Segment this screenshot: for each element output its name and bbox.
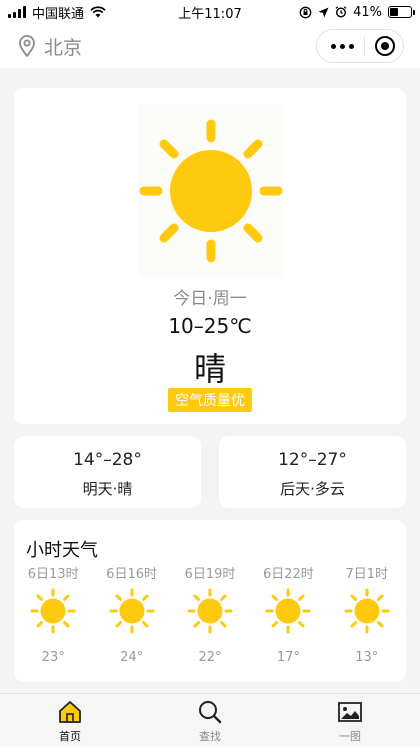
sun-icon bbox=[187, 588, 233, 634]
tab-image[interactable]: 一图 bbox=[280, 694, 420, 747]
capsule-divider bbox=[364, 36, 365, 56]
sun-icon bbox=[139, 119, 283, 263]
alarm-icon bbox=[335, 6, 347, 18]
battery-fill bbox=[390, 8, 399, 16]
tab-home[interactable]: 首页 bbox=[0, 694, 140, 747]
today-weather-card: 今日·周一 10–25℃ 晴 空气质量优 bbox=[14, 88, 406, 424]
forecast-card-day-after: 12°–27° 后天·多云 bbox=[219, 436, 406, 508]
tab-label: 首页 bbox=[59, 730, 81, 743]
battery-icon bbox=[388, 6, 415, 18]
hourly-time: 6日16时 bbox=[106, 567, 157, 582]
forecast-card-tomorrow: 14°–28° 明天·晴 bbox=[14, 436, 201, 508]
status-left: 中国联通 bbox=[8, 3, 106, 22]
status-right: 41% bbox=[299, 4, 415, 20]
city-name: 北京 bbox=[44, 36, 83, 59]
nav-bar: 北京 bbox=[0, 24, 420, 68]
hourly-item: 6日13时 23° bbox=[14, 566, 92, 665]
location-selector[interactable]: 北京 bbox=[18, 33, 82, 60]
orientation-lock-icon bbox=[299, 6, 312, 18]
search-icon bbox=[199, 701, 222, 724]
forecast-temperature: 12°–27° bbox=[278, 450, 347, 470]
location-arrow-icon bbox=[318, 7, 329, 17]
status-bar: 中国联通 上午11:07 41% bbox=[0, 0, 420, 24]
forecast-temperature: 14°–28° bbox=[73, 450, 142, 470]
tab-label: 查找 bbox=[199, 730, 221, 743]
close-program-icon[interactable] bbox=[375, 36, 395, 56]
air-quality-badge: 空气质量优 bbox=[168, 388, 252, 412]
hourly-weather-card: 小时天气 6日13时 23° 6日16时 24° 6日19时 22° 6日22时… bbox=[14, 520, 406, 682]
tab-label: 一图 bbox=[339, 730, 361, 743]
carrier-name: 中国联通 bbox=[32, 6, 85, 22]
location-pin-icon bbox=[19, 35, 35, 57]
hourly-item: 7日1时 13° bbox=[328, 566, 406, 665]
sun-icon bbox=[344, 588, 390, 634]
today-date-label: 今日·周一 bbox=[173, 289, 247, 309]
hourly-temperature: 24° bbox=[120, 650, 144, 665]
sun-icon bbox=[109, 588, 155, 634]
forecast-label: 后天·多云 bbox=[280, 480, 345, 498]
tab-search[interactable]: 查找 bbox=[140, 694, 280, 747]
hourly-temperature: 23° bbox=[41, 650, 65, 665]
hourly-time: 6日22时 bbox=[262, 567, 314, 582]
forecast-label: 明天·晴 bbox=[82, 480, 133, 498]
hourly-temperature: 13° bbox=[355, 650, 379, 665]
hourly-time: 6日19时 bbox=[184, 567, 236, 582]
hourly-item: 6日16时 24° bbox=[92, 566, 170, 665]
more-icon[interactable] bbox=[331, 43, 354, 49]
today-weather-text: 晴 bbox=[193, 350, 226, 388]
hourly-temperature: 17° bbox=[276, 650, 300, 665]
mini-program-capsule bbox=[316, 29, 404, 63]
battery-percent: 41% bbox=[353, 4, 382, 20]
tab-bar: 首页 查找 一图 bbox=[0, 693, 420, 747]
hourly-title: 小时天气 bbox=[26, 540, 98, 561]
hourly-temperature: 22° bbox=[198, 650, 222, 665]
image-icon bbox=[338, 702, 362, 722]
signal-icon bbox=[8, 6, 26, 18]
wifi-icon bbox=[90, 6, 106, 18]
hourly-time: 6日13时 bbox=[27, 567, 79, 582]
home-icon bbox=[59, 701, 81, 723]
hourly-item: 6日19时 22° bbox=[171, 566, 249, 665]
sun-icon bbox=[265, 588, 311, 634]
hourly-list: 6日13时 23° 6日16时 24° 6日19时 22° 6日22时 17° … bbox=[14, 566, 406, 665]
hourly-time: 7日1时 bbox=[345, 567, 389, 582]
today-temperature-range: 10–25℃ bbox=[168, 314, 252, 338]
sun-icon bbox=[30, 588, 76, 634]
today-weather-icon-box bbox=[138, 104, 284, 278]
hourly-item: 6日22时 17° bbox=[249, 566, 327, 665]
